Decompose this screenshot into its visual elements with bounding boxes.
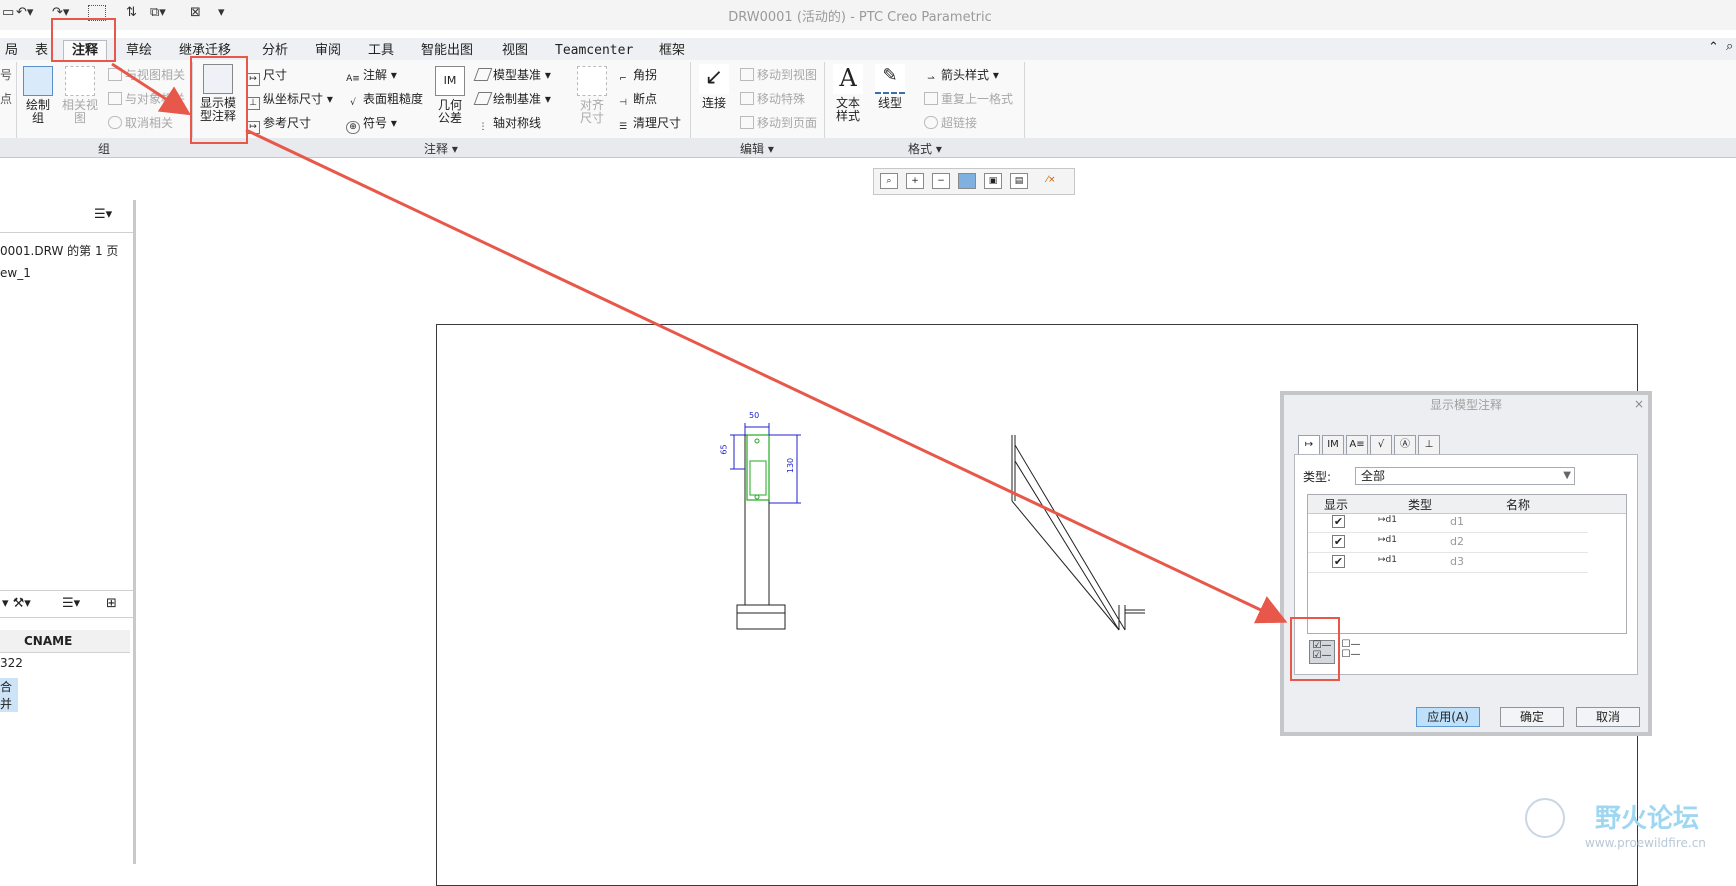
watermark-title: 野火论坛 bbox=[1595, 804, 1700, 834]
watermark-url: www.proewildfire.cn bbox=[1585, 836, 1706, 850]
instruction-arrows bbox=[111, 62, 1288, 624]
butterfly-logo-icon bbox=[1525, 798, 1565, 838]
